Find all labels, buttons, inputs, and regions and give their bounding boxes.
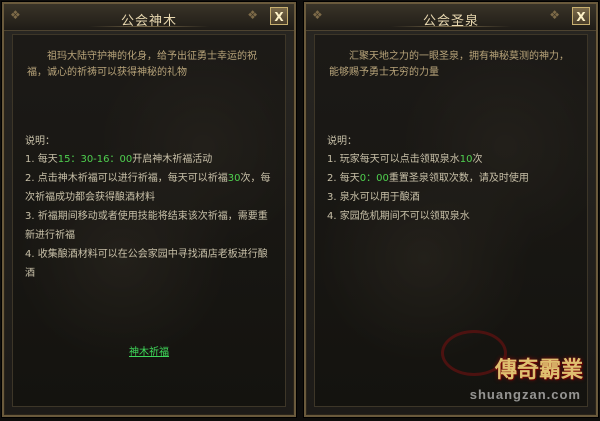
rule-item: 1. 玩家每天可以点击领取泉水10次 [327, 154, 483, 165]
rule-item: 3. 泉水可以用于酿酒 [327, 192, 420, 203]
description-label: 说明： [327, 136, 357, 147]
rule-item: 2. 每天0：00重置圣泉领取次数，请及时使用 [327, 173, 529, 184]
panel-content: 汇聚天地之力的一眼圣泉，拥有神秘莫测的神力，能够赐予勇士无穷的力量 说明： 1.… [314, 34, 588, 407]
rules-list: 1. 玩家每天可以点击领取泉水10次 2. 每天0：00重置圣泉领取次数，请及时… [327, 150, 579, 226]
guild-spring-panel: ❖ 公会圣泉 ❖ X 汇聚天地之力的一眼圣泉，拥有神秘莫测的神力，能够赐予勇士无… [304, 2, 598, 417]
game-logo: 傳奇霸業 [494, 357, 583, 383]
panel-titlebar: ❖ 公会圣泉 ❖ X [306, 4, 596, 31]
tree-blessing-link[interactable]: 神木祈福 [13, 343, 285, 358]
title-ornament [89, 26, 209, 27]
guild-tree-panel: ❖ 公会神木 ❖ X 祖玛大陆守护神的化身，给予出征勇士幸运的祝福，诚心的祈祷可… [2, 2, 296, 417]
panel-intro: 汇聚天地之力的一眼圣泉，拥有神秘莫测的神力，能够赐予勇士无穷的力量 [329, 51, 569, 78]
panel-intro: 祖玛大陆守护神的化身，给予出征勇士幸运的祝福，诚心的祈祷可以获得神秘的礼物 [27, 51, 257, 78]
rule-item: 4. 收集酿酒材料可以在公会家园中寻找酒店老板进行酿酒 [25, 249, 268, 279]
description-label: 说明： [25, 136, 55, 147]
close-button[interactable]: X [270, 7, 288, 25]
close-button[interactable]: X [572, 7, 590, 25]
rule-item: 2. 点击神木祈福可以进行祈福，每天可以祈福30次，每次祈福成功都会获得酿酒材料 [25, 173, 271, 203]
rules-list: 1. 每天15：30-16：00开启神木祈福活动 2. 点击神木祈福可以进行祈福… [25, 150, 277, 283]
panel-titlebar: ❖ 公会神木 ❖ X [4, 4, 294, 31]
title-ornament [391, 26, 511, 27]
rule-item: 1. 每天15：30-16：00开启神木祈福活动 [25, 154, 213, 165]
corner-ornament-icon: ❖ [247, 8, 258, 22]
panel-content: 祖玛大陆守护神的化身，给予出征勇士幸运的祝福，诚心的祈祷可以获得神秘的礼物 说明… [12, 34, 286, 407]
site-watermark: shuangzan.com [469, 387, 581, 402]
rule-item: 3. 祈福期间移动或者使用技能将结束该次祈福，需要重新进行祈福 [25, 211, 268, 241]
corner-ornament-icon: ❖ [549, 8, 560, 22]
rule-item: 4. 家园危机期间不可以领取泉水 [327, 211, 470, 222]
